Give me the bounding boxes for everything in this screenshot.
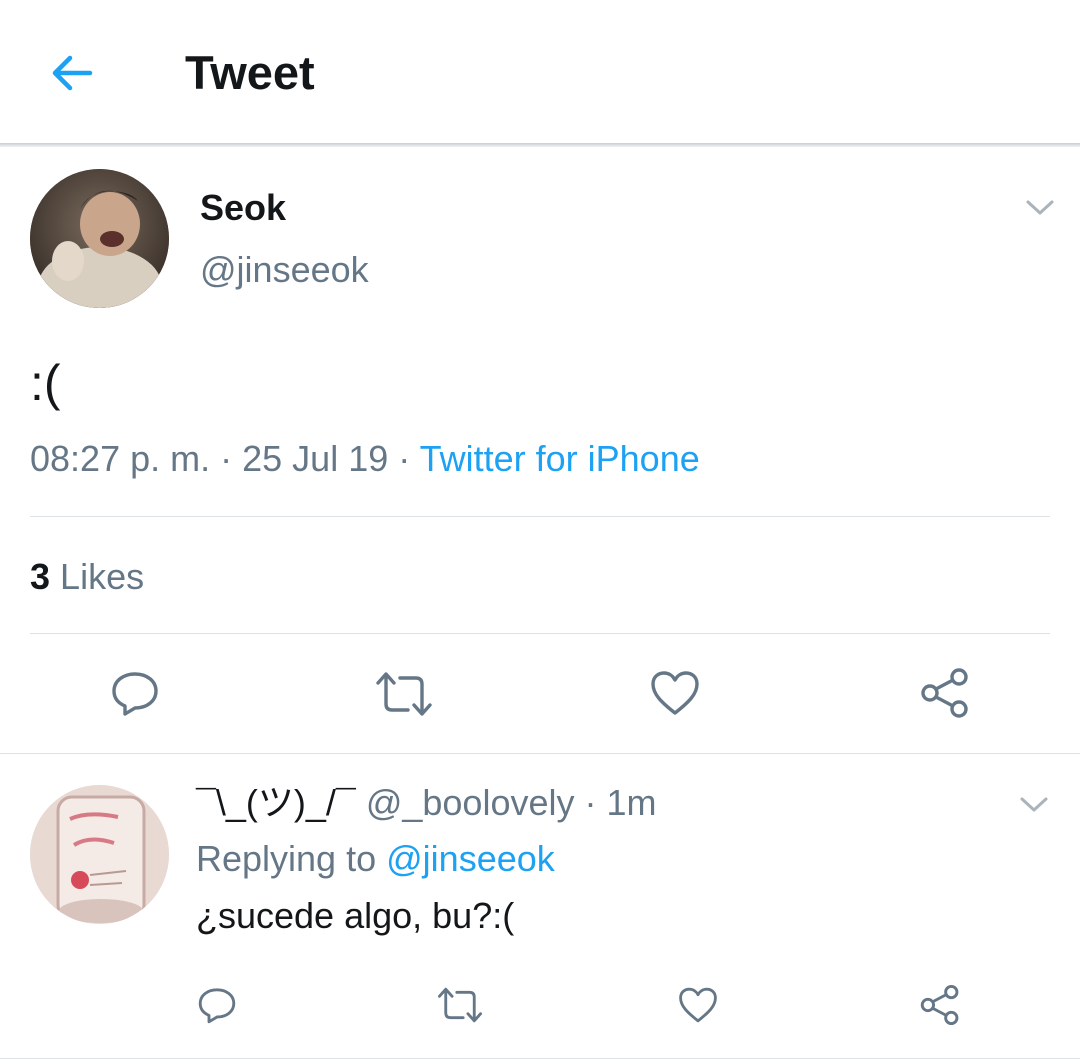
user-handle[interactable]: @jinseeok (200, 248, 369, 292)
divider (0, 1058, 1080, 1059)
tweet-source-link[interactable]: Twitter for iPhone (420, 438, 700, 479)
arrow-left-icon (52, 55, 93, 91)
retweet-button[interactable] (374, 669, 434, 719)
tweet-meta: 08:27 p. m. · 25 Jul 19 · Twitter for iP… (30, 436, 700, 482)
reply-menu-button[interactable] (1014, 790, 1054, 820)
likes-count: 3 (30, 556, 51, 597)
reply-share-button[interactable] (918, 983, 962, 1027)
like-icon (679, 987, 717, 1023)
tweet-text: :( (30, 355, 61, 411)
meta-separator: · (220, 438, 233, 479)
reply-like-button[interactable] (677, 985, 719, 1025)
reply-button[interactable] (108, 667, 162, 719)
header-divider (0, 143, 1080, 147)
tweet-time: 08:27 p. m. (30, 438, 211, 479)
replying-to-mention[interactable]: @jinseeok (386, 838, 555, 879)
share-icon (920, 984, 959, 1026)
share-icon (921, 668, 968, 718)
page-title: Tweet (185, 46, 315, 99)
reply-icon (112, 672, 158, 716)
tweet-menu-button[interactable] (1020, 193, 1060, 223)
likes-link[interactable]: 3 Likes (30, 554, 144, 600)
reply-retweet-button[interactable] (436, 985, 484, 1025)
divider (0, 753, 1080, 754)
chevron-down-icon (1020, 797, 1048, 812)
top-app-bar: Tweet (0, 0, 1080, 143)
replying-to-label: Replying to (196, 838, 377, 879)
retweet-icon (376, 672, 432, 716)
retweet-icon (437, 987, 483, 1023)
reply-icon (198, 988, 236, 1024)
like-button[interactable] (648, 668, 702, 718)
back-button[interactable] (40, 44, 104, 102)
reply-avatar[interactable] (30, 785, 169, 924)
reply-text: ¿sucede algo, bu?:( (196, 895, 515, 936)
share-button[interactable] (918, 666, 972, 720)
avatar[interactable] (30, 169, 169, 308)
avatar-photo (30, 169, 169, 308)
reply-author-row[interactable]: ¯\_(ツ)_/¯ @_boolovely · 1m (196, 780, 657, 826)
chevron-down-icon (1026, 200, 1054, 215)
divider (30, 516, 1050, 517)
replying-to: Replying to @jinseeok (196, 836, 555, 882)
likes-label: Likes (60, 556, 145, 597)
tweet-date: 25 Jul 19 (242, 438, 389, 479)
display-name[interactable]: Seok (200, 186, 286, 230)
reply-handle: @_boolovely (365, 782, 575, 823)
divider (30, 633, 1050, 634)
reply-time: 1m (606, 782, 657, 823)
like-icon (651, 671, 699, 715)
reply-reply-button[interactable] (196, 984, 238, 1026)
reply-display-name: ¯\_(ツ)_/¯ (196, 782, 356, 823)
meta-separator: · (584, 782, 597, 823)
meta-separator: · (398, 438, 411, 479)
reply-avatar-photo (30, 785, 169, 924)
